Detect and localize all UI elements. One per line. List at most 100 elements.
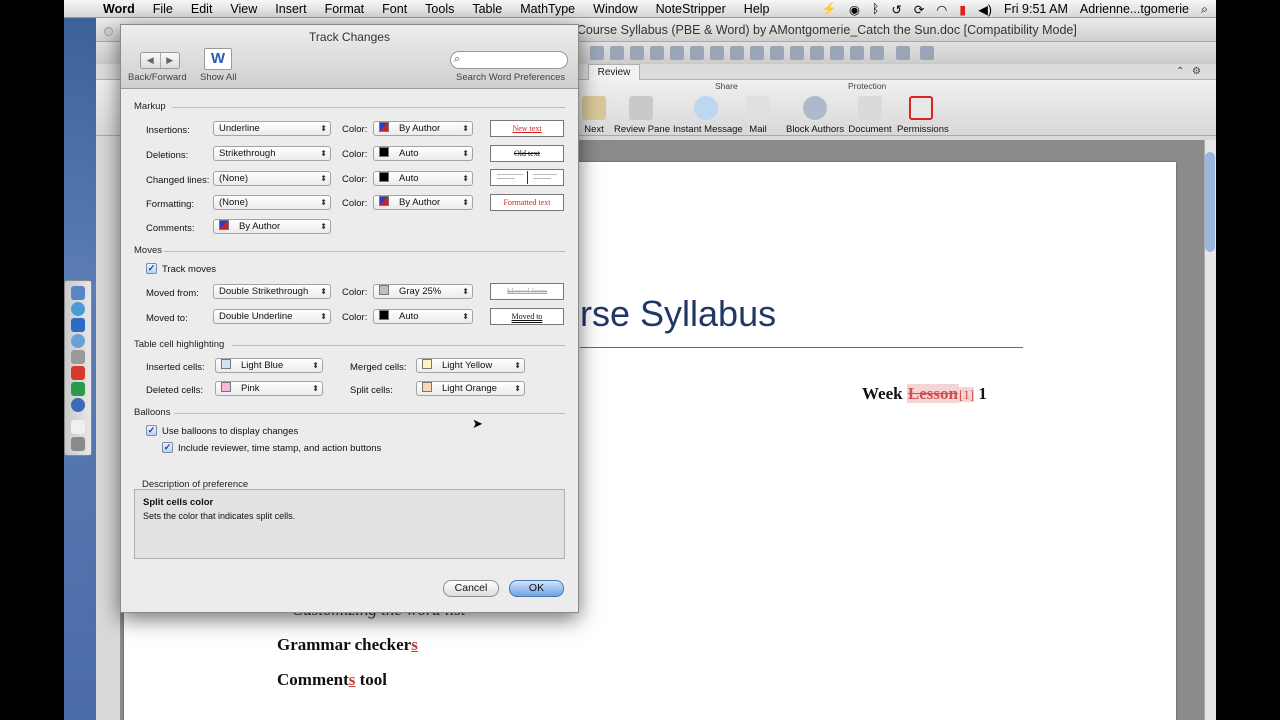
menu-format[interactable]: Format	[316, 2, 374, 16]
review-pane-button[interactable]: Review Pane	[614, 96, 670, 135]
word-icon[interactable]	[71, 318, 85, 332]
format-painter-icon[interactable]	[590, 46, 604, 60]
track-moves-checkbox[interactable]: ✓	[146, 263, 157, 274]
changed-lines-style-popup[interactable]: (None)	[213, 171, 331, 186]
bluetooth-icon[interactable]: ᛒ	[872, 2, 880, 16]
changed-lines-color-popup[interactable]: Auto	[373, 171, 473, 186]
clock[interactable]: Fri 9:51 AM	[1004, 2, 1068, 16]
moved-from-style-popup[interactable]: Double Strikethrough	[213, 284, 331, 299]
auto-swatch	[379, 147, 389, 157]
menu-view[interactable]: View	[221, 2, 266, 16]
deletions-style-popup[interactable]: Strikethrough	[213, 146, 331, 161]
menu-word[interactable]: Word	[94, 2, 144, 16]
comments-color-popup[interactable]: By Author	[213, 219, 331, 234]
safari-icon[interactable]	[71, 302, 85, 316]
instant-message-button[interactable]: Instant Message	[673, 96, 743, 135]
week-text: Week	[862, 384, 907, 403]
permissions-button[interactable]: Permissions	[897, 96, 949, 135]
search-preferences-input[interactable]	[450, 51, 568, 69]
menu-tools[interactable]: Tools	[416, 2, 463, 16]
excel-icon[interactable]	[71, 382, 85, 396]
text-box-icon[interactable]	[750, 46, 764, 60]
ok-button[interactable]: OK	[509, 580, 564, 597]
collapse-ribbon-icon[interactable]: ⌃	[1176, 66, 1184, 77]
inserted-cells-popup[interactable]: Light Blue	[215, 358, 323, 373]
tab-review[interactable]: Review	[588, 64, 640, 80]
volume-icon[interactable]: ◀)	[978, 2, 992, 17]
shapes-icon[interactable]	[770, 46, 784, 60]
finder-icon[interactable]	[71, 286, 85, 300]
gallery-icon[interactable]	[710, 46, 724, 60]
section-markup: Markup	[134, 101, 166, 112]
menu-notestripper[interactable]: NoteStripper	[647, 2, 735, 16]
moved-to-style-popup[interactable]: Double Underline	[213, 309, 331, 324]
flag-icon[interactable]: ▮	[959, 2, 966, 17]
script-icon[interactable]: ⚡	[821, 2, 837, 17]
use-balloons-checkbox[interactable]: ✓	[146, 425, 157, 436]
show-all-icon[interactable]: W	[204, 48, 232, 70]
trash-icon[interactable]	[71, 437, 85, 451]
ribbon-settings-icon[interactable]: ⚙	[1192, 66, 1201, 77]
cursor-icon[interactable]	[896, 46, 910, 60]
formatting-color-popup[interactable]: By Author	[373, 195, 473, 210]
system-prefs-icon[interactable]	[71, 334, 85, 348]
zoom-icon[interactable]	[830, 46, 844, 60]
time-machine-icon[interactable]: ↺	[891, 2, 901, 17]
document-icon[interactable]	[71, 420, 85, 434]
sidebar-icon[interactable]	[610, 46, 624, 60]
menu-font[interactable]: Font	[373, 2, 416, 16]
quicktime-icon[interactable]	[71, 398, 85, 412]
symbol-icon[interactable]	[810, 46, 824, 60]
inserted-s-grammar[interactable]: s	[411, 635, 418, 654]
window-title-text: Editing Course Syllabus (PBE & Word) by …	[535, 23, 1077, 37]
abc-icon[interactable]	[850, 46, 864, 60]
menu-file[interactable]: File	[144, 2, 182, 16]
show-icon[interactable]	[690, 46, 704, 60]
pen-icon[interactable]	[870, 46, 884, 60]
block-authors-button[interactable]: Block Authors	[786, 96, 844, 135]
back-forward-buttons[interactable]: ◀ ▶	[140, 52, 180, 69]
help-icon[interactable]	[920, 46, 934, 60]
comment-reference[interactable]: [1]	[958, 387, 975, 402]
moved-from-color-label: Color:	[342, 287, 368, 298]
picture-icon[interactable]	[790, 46, 804, 60]
deleted-lesson-text[interactable]: Lesson	[906, 384, 959, 403]
columns-icon[interactable]	[670, 46, 684, 60]
mail-button[interactable]: Mail	[744, 96, 772, 135]
back-arrow-icon[interactable]: ◀	[141, 53, 161, 68]
sync-icon[interactable]: ⟳	[914, 2, 924, 17]
menu-table[interactable]: Table	[463, 2, 511, 16]
insertions-style-popup[interactable]: Underline	[213, 121, 331, 136]
table-icon[interactable]	[650, 46, 664, 60]
next-change-button[interactable]: Next	[580, 96, 608, 135]
close-light-icon[interactable]	[104, 27, 113, 36]
deletions-color-popup[interactable]: Auto	[373, 146, 473, 161]
wifi-icon[interactable]: ◠	[936, 2, 947, 17]
media-icon[interactable]	[730, 46, 744, 60]
deleted-cells-popup[interactable]: Pink	[215, 381, 323, 396]
spotlight-icon[interactable]: ⌕	[1201, 2, 1208, 17]
formatting-style-popup[interactable]: (None)	[213, 195, 331, 210]
acrobat-icon[interactable]	[71, 366, 85, 380]
toolbox-icon[interactable]	[630, 46, 644, 60]
insertions-label: Insertions:	[146, 125, 190, 136]
menu-edit[interactable]: Edit	[182, 2, 222, 16]
document-lock-icon	[858, 96, 882, 120]
forward-arrow-icon[interactable]: ▶	[161, 53, 180, 68]
insertions-color-popup[interactable]: By Author	[373, 121, 473, 136]
menu-window[interactable]: Window	[584, 2, 646, 16]
split-cells-popup[interactable]: Light Orange	[416, 381, 525, 396]
merged-cells-popup[interactable]: Light Yellow	[416, 358, 525, 373]
user-menu[interactable]: Adrienne...tgomerie	[1080, 2, 1189, 16]
moved-from-color-popup[interactable]: Gray 25%	[373, 284, 473, 299]
utility-icon[interactable]	[71, 350, 85, 364]
scrollbar-thumb[interactable]	[1205, 152, 1215, 252]
menu-mathtype[interactable]: MathType	[511, 2, 584, 16]
document-button[interactable]: Document	[848, 96, 892, 135]
record-icon[interactable]: ◉	[849, 2, 860, 17]
include-reviewer-checkbox[interactable]: ✓	[162, 442, 173, 453]
cancel-button[interactable]: Cancel	[443, 580, 499, 597]
moved-to-color-popup[interactable]: Auto	[373, 309, 473, 324]
menu-insert[interactable]: Insert	[266, 2, 315, 16]
menu-help[interactable]: Help	[735, 2, 779, 16]
